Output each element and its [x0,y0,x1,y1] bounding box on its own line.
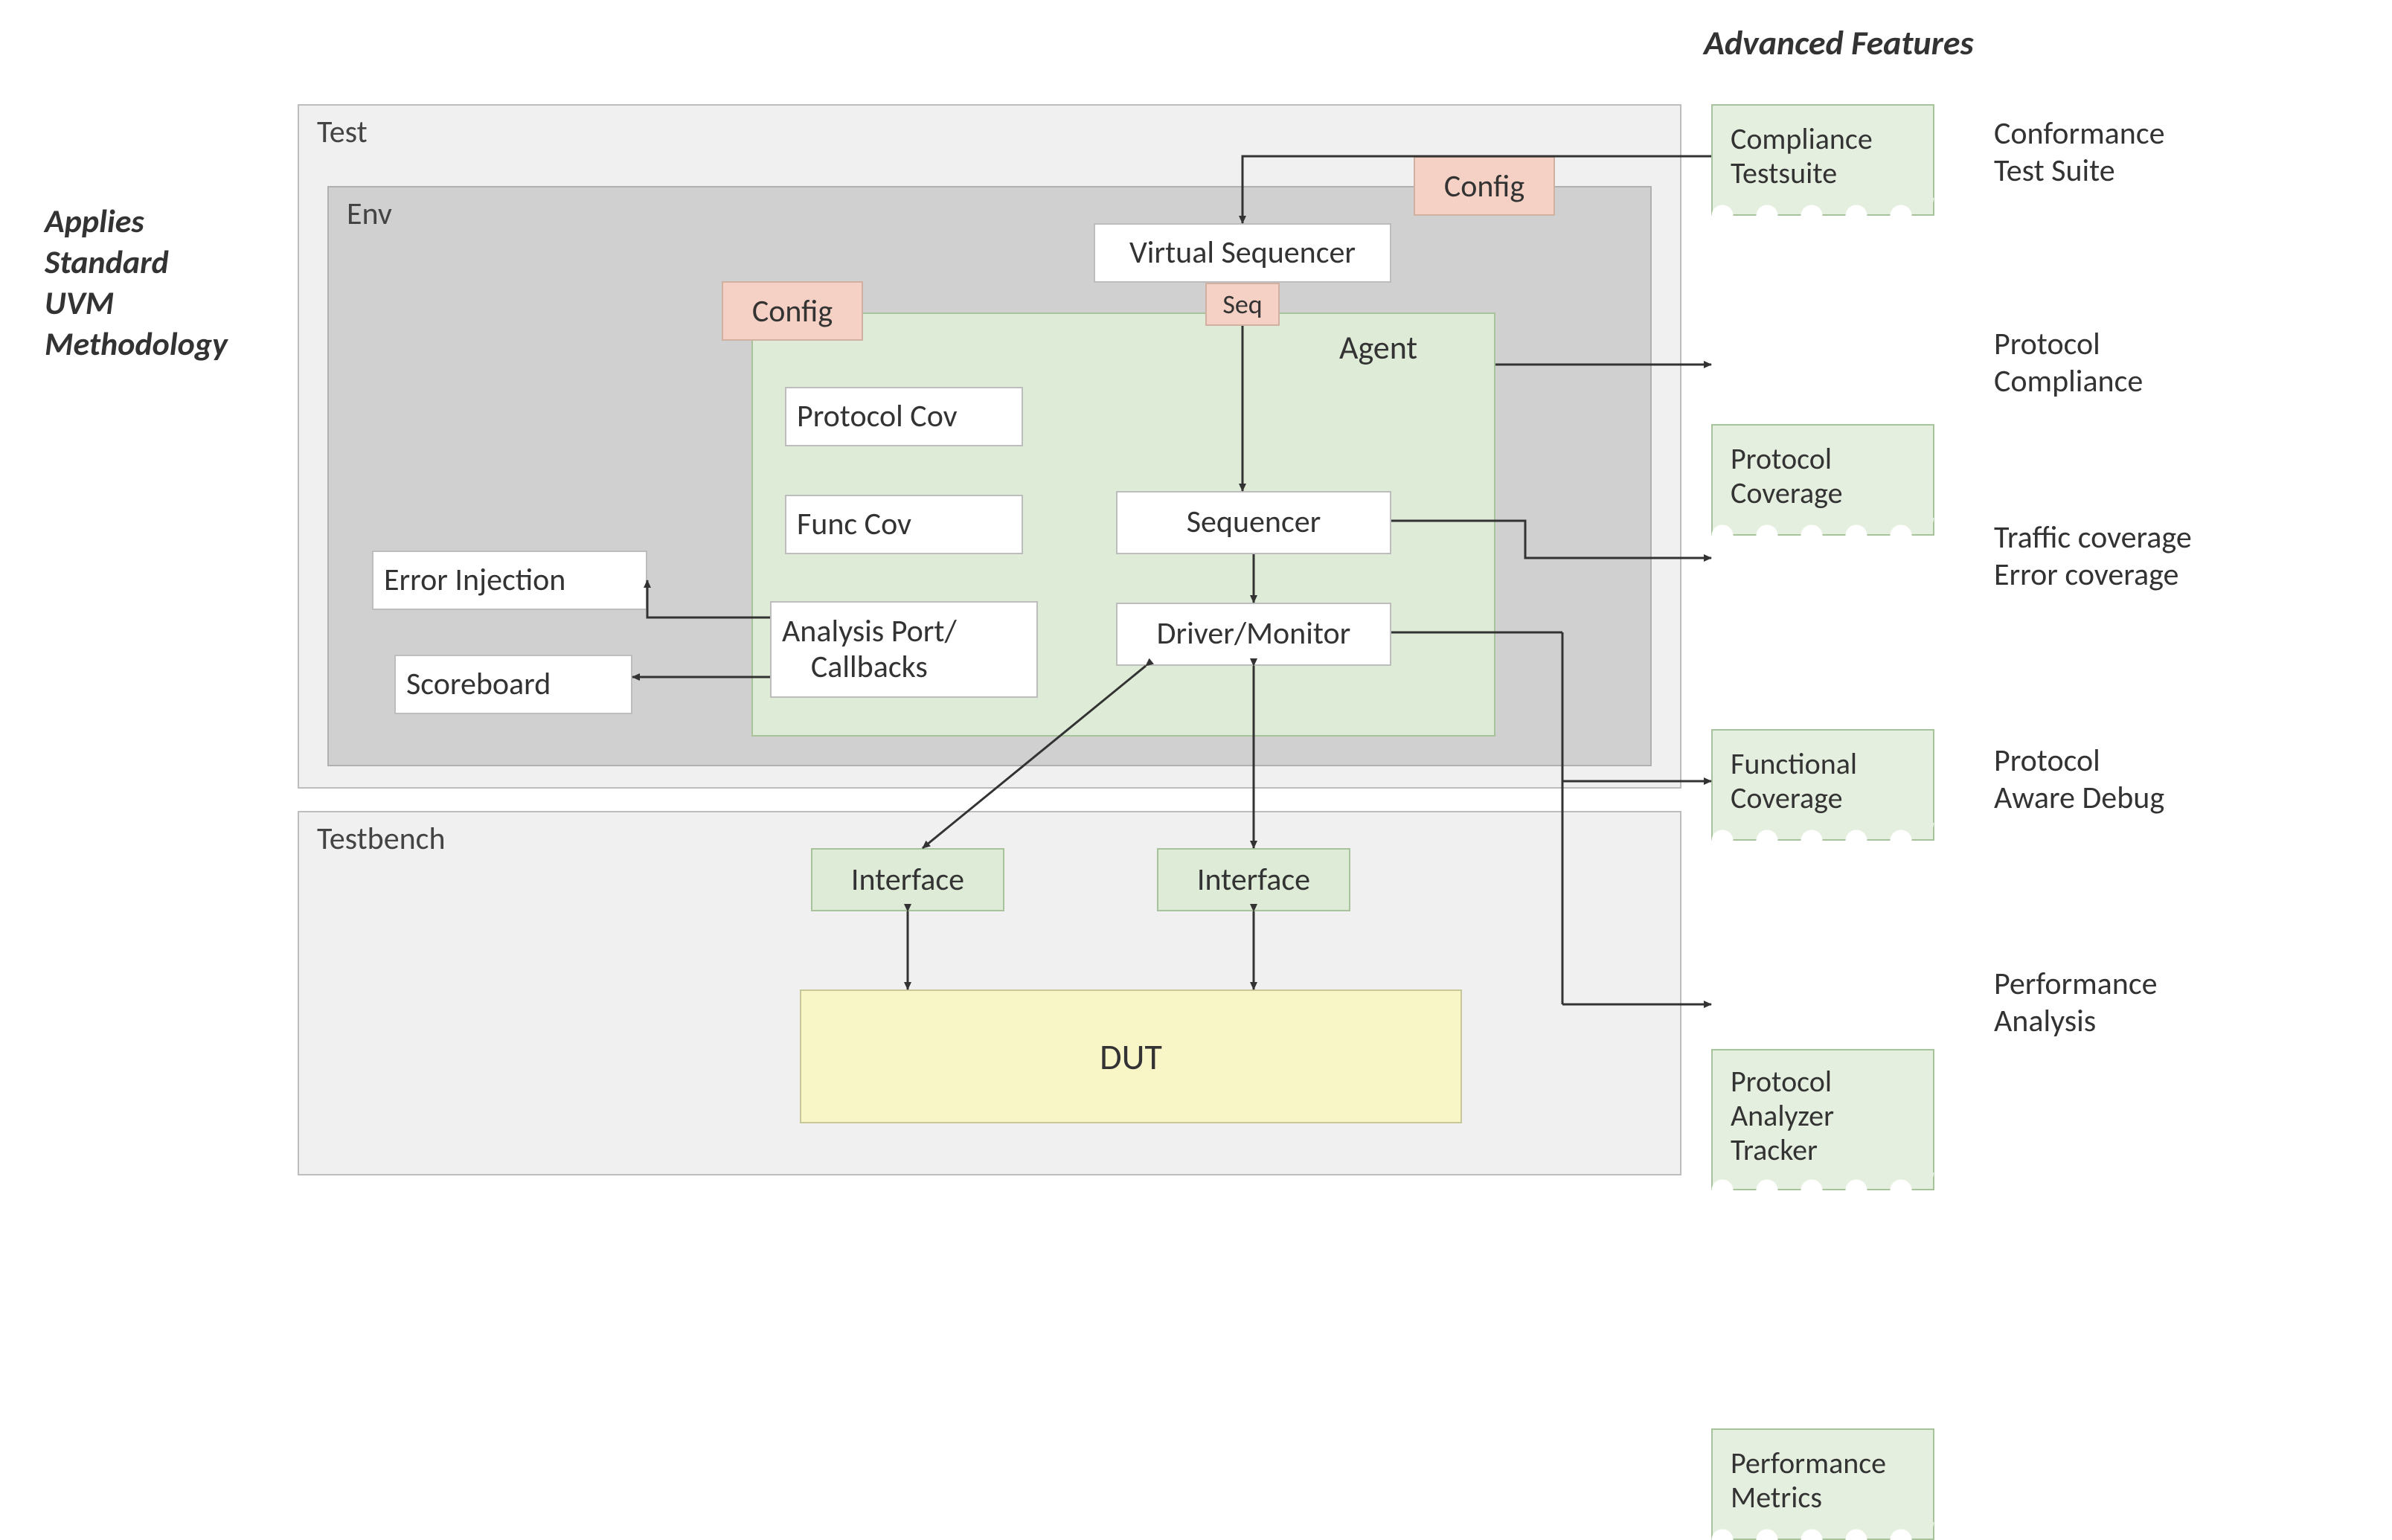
analysis-port-box: Analysis Port/ Callbacks [770,601,1038,698]
feature-desc-3: Protocol Aware Debug [1994,742,2164,818]
seq-box: Seq [1205,283,1280,326]
feature-note-2: Functional Coverage [1711,729,1934,841]
interface-2-box: Interface [1157,848,1350,911]
feature-desc-0: Conformance Test Suite [1994,115,2164,190]
scoreboard-box: Scoreboard [394,655,632,714]
config-env-box: Config [1414,156,1555,216]
driver-monitor-box: Driver/Monitor [1116,603,1391,666]
test-title: Test [299,106,1680,158]
agent-title: Agent [1339,327,1417,368]
feature-note-3: Protocol Analyzer Tracker [1711,1049,1934,1190]
feature-desc-1: Protocol Compliance [1994,326,2143,401]
feature-note-4: Performance Metrics [1711,1428,1934,1540]
feature-note-1: Protocol Coverage [1711,424,1934,536]
feature-note-0: Compliance Testsuite [1711,104,1934,216]
protocol-cov-box: Protocol Cov [785,387,1023,446]
advanced-features-title: Advanced Features [1704,22,1974,64]
left-caption: Applies Standard UVM Methodology [45,201,283,365]
sequencer-box: Sequencer [1116,491,1391,554]
feature-desc-4: Performance Analysis [1994,966,2158,1041]
config-agent-box: Config [722,281,863,341]
virtual-sequencer-box: Virtual Sequencer [1094,223,1391,283]
diagram-canvas: Applies Standard UVM Methodology Advance… [0,0,2392,1217]
interface-1-box: Interface [811,848,1004,911]
feature-desc-2: Traffic coverage Error coverage [1994,519,2192,594]
func-cov-box: Func Cov [785,495,1023,554]
dut-box: DUT [800,989,1462,1123]
error-injection-box: Error Injection [372,551,647,610]
